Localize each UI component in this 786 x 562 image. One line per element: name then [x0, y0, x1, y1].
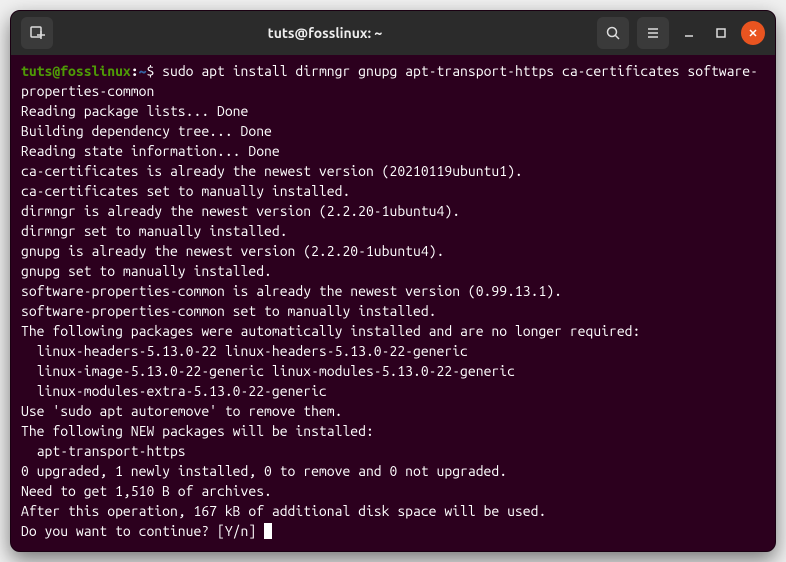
menu-button[interactable]: [637, 17, 669, 49]
output-line: Reading package lists... Done: [21, 101, 765, 121]
search-button[interactable]: [597, 17, 629, 49]
output-line: software-properties-common set to manual…: [21, 301, 765, 321]
close-icon: [747, 27, 759, 39]
output-line: The following packages were automaticall…: [21, 321, 765, 341]
output-line: Do you want to continue? [Y/n]: [21, 523, 264, 539]
titlebar: tuts@fosslinux: ~: [11, 11, 775, 55]
terminal-window: tuts@fosslinux: ~: [10, 10, 776, 552]
close-button[interactable]: [741, 21, 765, 45]
output-line: Reading state information... Done: [21, 141, 765, 161]
prompt-colon: :: [131, 63, 139, 79]
output-line: gnupg is already the newest version (2.2…: [21, 241, 765, 261]
output-line: Building dependency tree... Done: [21, 121, 765, 141]
new-tab-button[interactable]: [21, 17, 53, 49]
new-tab-icon: [29, 25, 45, 41]
titlebar-left: [21, 17, 53, 49]
output-line: linux-modules-extra-5.13.0-22-generic: [21, 381, 765, 401]
output-line: ca-certificates set to manually installe…: [21, 181, 765, 201]
output-line: dirmngr set to manually installed.: [21, 221, 765, 241]
terminal-output: Reading package lists... DoneBuilding de…: [21, 101, 765, 539]
output-line: The following NEW packages will be insta…: [21, 421, 765, 441]
maximize-button[interactable]: [709, 21, 733, 45]
output-line: Use 'sudo apt autoremove' to remove them…: [21, 401, 765, 421]
titlebar-right: [597, 17, 765, 49]
output-line: gnupg set to manually installed.: [21, 261, 765, 281]
output-line: 0 upgraded, 1 newly installed, 0 to remo…: [21, 461, 765, 481]
output-line: ca-certificates is already the newest ve…: [21, 161, 765, 181]
cursor: [264, 523, 272, 539]
output-line: software-properties-common is already th…: [21, 281, 765, 301]
prompt-symbol: $: [146, 63, 154, 79]
maximize-icon: [715, 27, 727, 39]
window-title: tuts@fosslinux: ~: [61, 25, 589, 41]
minimize-icon: [683, 27, 695, 39]
output-line: linux-headers-5.13.0-22 linux-headers-5.…: [21, 341, 765, 361]
output-line: dirmngr is already the newest version (2…: [21, 201, 765, 221]
output-line: apt-transport-https: [21, 441, 765, 461]
search-icon: [605, 25, 621, 41]
hamburger-icon: [645, 25, 661, 41]
output-line: After this operation, 167 kB of addition…: [21, 501, 765, 521]
output-line: linux-image-5.13.0-22-generic linux-modu…: [21, 361, 765, 381]
output-line: Need to get 1,510 B of archives.: [21, 481, 765, 501]
minimize-button[interactable]: [677, 21, 701, 45]
terminal-content[interactable]: tuts@fosslinux:~$ sudo apt install dirmn…: [11, 55, 775, 551]
prompt-user-host: tuts@fosslinux: [21, 63, 131, 79]
